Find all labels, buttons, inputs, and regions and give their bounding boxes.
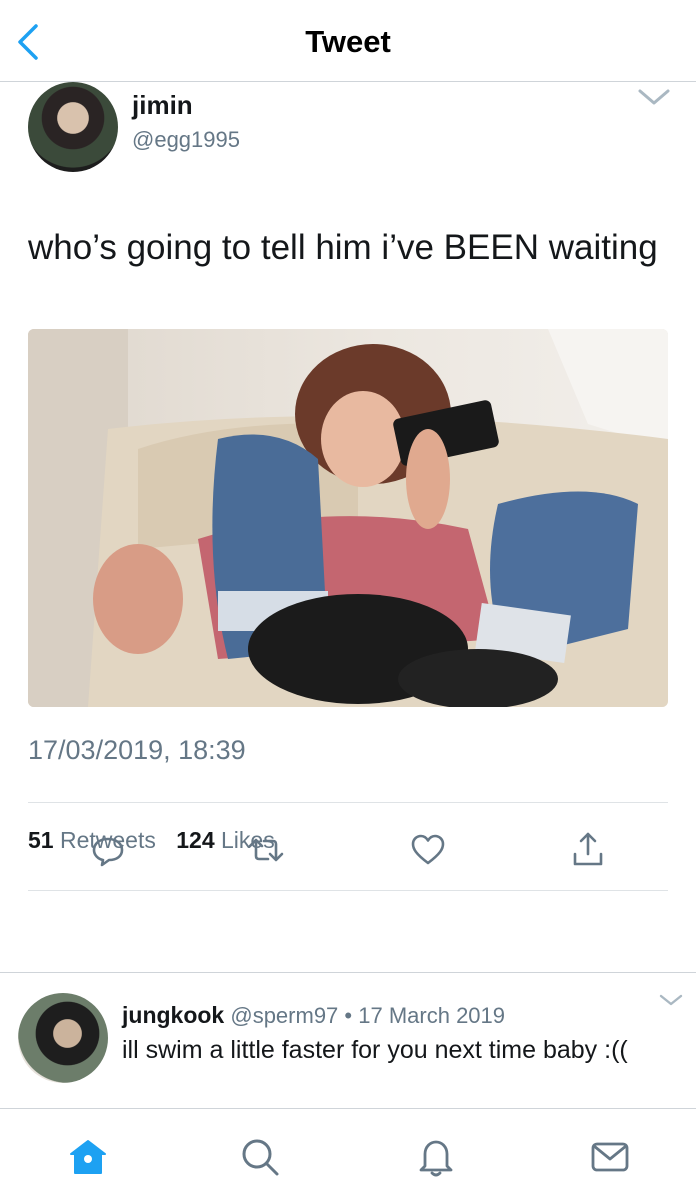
notifications-icon (419, 1140, 453, 1177)
tweet-text: who’s going to tell him i’ve BEEN waitin… (28, 228, 658, 267)
tweet-photo[interactable] (28, 329, 668, 707)
reply-author-avatar[interactable] (18, 993, 108, 1083)
reply-tweet[interactable]: jungkook @sperm97 • 17 March 2019 ill sw… (0, 990, 696, 1108)
reply-header: jungkook @sperm97 • 17 March 2019 (122, 1002, 505, 1029)
tab-notifications[interactable] (414, 1135, 458, 1179)
author-handle[interactable]: @egg1995 (132, 127, 240, 153)
author-avatar[interactable] (28, 82, 118, 172)
reply-date: 17 March 2019 (358, 1003, 506, 1028)
crying-woman-photo (28, 329, 668, 707)
like-button[interactable] (408, 830, 448, 870)
reply-text: ill swim a little faster for you next ti… (122, 1036, 628, 1064)
reply-button[interactable] (88, 830, 128, 870)
reply-author-name[interactable]: jungkook (122, 1002, 224, 1028)
page-title: Tweet (305, 24, 391, 59)
reply-icon (92, 837, 124, 867)
search-icon (242, 1139, 279, 1176)
top-navigation-bar: Tweet (0, 0, 696, 82)
author-name[interactable]: jimin (132, 90, 193, 121)
like-icon (411, 834, 445, 865)
tab-messages[interactable] (588, 1135, 632, 1179)
divider (28, 802, 668, 803)
tab-search[interactable] (238, 1135, 282, 1179)
share-icon (573, 832, 603, 866)
reply-options-button[interactable] (658, 992, 684, 1008)
share-button[interactable] (568, 830, 608, 870)
chevron-down-icon (659, 994, 683, 1006)
tweet-action-bar (0, 830, 696, 870)
divider (0, 972, 696, 973)
reply-separator: • (344, 1003, 353, 1028)
home-icon (70, 1140, 106, 1174)
bottom-tab-bar (0, 1108, 696, 1200)
chevron-down-icon (638, 89, 670, 105)
reply-author-handle[interactable]: @sperm97 (230, 1003, 338, 1028)
retweet-icon (248, 838, 284, 862)
tweet-timestamp: 17/03/2019, 18:39 (28, 735, 246, 765)
retweet-button[interactable] (246, 830, 286, 870)
tweet-options-button[interactable] (637, 86, 671, 108)
messages-icon (591, 1142, 629, 1172)
divider (28, 890, 668, 891)
tab-home[interactable] (66, 1135, 110, 1179)
